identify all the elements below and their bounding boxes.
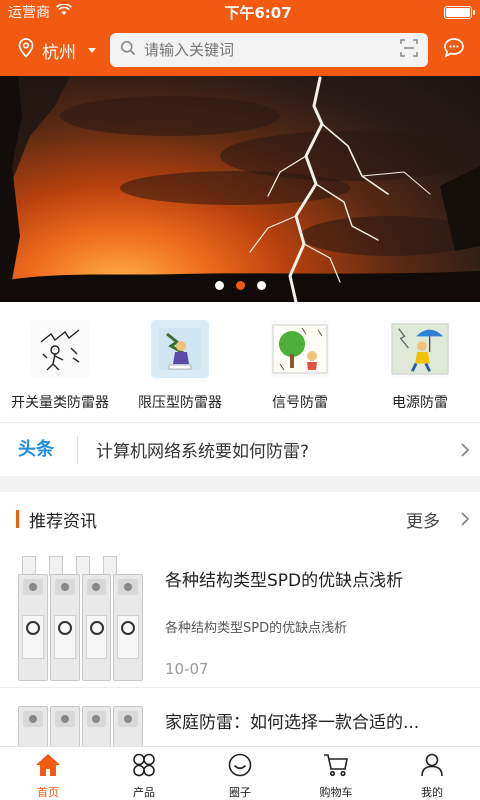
chat-bubble-icon	[443, 37, 465, 63]
headline-tag: 头条	[0, 435, 78, 464]
category-item-switch-spd[interactable]: 开关量类防雷器	[0, 302, 120, 422]
article-thumbnail	[18, 556, 143, 681]
tab-home[interactable]: 首页	[0, 747, 96, 800]
chevron-right-icon[interactable]	[450, 442, 480, 458]
signal-protection-icon	[271, 320, 329, 378]
category-label: 电源防雷	[392, 395, 448, 411]
category-item-signal-protection[interactable]: 信号防雷	[240, 302, 360, 422]
city-label: 杭州	[42, 42, 76, 63]
banner-carousel[interactable]	[0, 76, 480, 302]
voltage-limit-spd-icon	[151, 320, 209, 378]
tab-products[interactable]: 产品	[96, 747, 192, 800]
tab-profile[interactable]: 我的	[384, 747, 480, 800]
headline-text[interactable]: 计算机网络系统要如何防雷?	[78, 437, 450, 462]
carousel-dot-active[interactable]	[235, 281, 245, 290]
home-icon	[35, 753, 61, 781]
headline-ticker[interactable]: 头条 计算机网络系统要如何防雷?	[0, 422, 480, 476]
grid-icon	[131, 753, 157, 781]
category-label: 开关量类防雷器	[11, 395, 109, 411]
search-input[interactable]	[144, 41, 392, 59]
section-divider	[0, 476, 480, 492]
header: 运营商 下午6:07 杭州	[0, 0, 480, 76]
chevron-down-icon	[88, 47, 96, 53]
search-box[interactable]	[110, 33, 428, 67]
lightning-image	[0, 76, 480, 302]
location-pin-icon	[18, 37, 34, 63]
scan-icon[interactable]	[400, 39, 418, 61]
carrier-label: 运营商	[8, 5, 50, 21]
nav-row: 杭州	[0, 30, 480, 70]
status-bar: 运营商 下午6:07	[0, 0, 480, 24]
switch-spd-icon	[31, 320, 89, 378]
carousel-dot[interactable]	[256, 281, 266, 290]
user-icon	[419, 753, 445, 781]
section-accent-bar	[16, 510, 19, 528]
section-title: 推荐资讯	[29, 511, 97, 532]
cart-icon	[323, 753, 349, 781]
carousel-indicator	[0, 281, 480, 290]
category-label: 限压型防雷器	[138, 395, 222, 411]
article-thumbnail	[18, 698, 143, 746]
power-protection-icon	[391, 320, 449, 378]
more-link[interactable]: 更多	[406, 507, 440, 532]
tab-label: 购物车	[319, 786, 353, 799]
category-item-power-protection[interactable]: 电源防雷	[360, 302, 480, 422]
clock: 下午6:07	[224, 3, 292, 22]
article-summary: 各种结构类型SPD的优缺点浅析	[165, 621, 348, 636]
category-label: 信号防雷	[272, 395, 328, 411]
battery-icon	[444, 5, 475, 19]
city-selector[interactable]: 杭州	[0, 37, 110, 63]
tab-circle[interactable]: 圈子	[192, 747, 288, 800]
chevron-right-icon[interactable]	[450, 511, 480, 527]
category-item-voltage-limit-spd[interactable]: 限压型防雷器	[120, 302, 240, 422]
tab-label: 产品	[133, 786, 155, 799]
tab-label: 我的	[421, 786, 443, 799]
article-date: 10-07	[165, 660, 209, 678]
smile-icon	[227, 753, 253, 781]
tab-cart[interactable]: 购物车	[288, 747, 384, 800]
category-grid: 开关量类防雷器 限压型防雷器 信号防雷 电源防雷	[0, 302, 480, 422]
app-screen: 运营商 下午6:07 杭州 请输入关键词 开关量类防雷器 限压型防雷器 信号防雷…	[0, 0, 480, 800]
carousel-dot[interactable]	[214, 281, 224, 290]
article-item[interactable]: 各种结构类型SPD的优缺点浅析 各种结构类型SPD的优缺点浅析 10-07	[0, 546, 480, 688]
bottom-tab-bar: 首页 产品 圈子 购物车 我的	[0, 746, 480, 800]
message-button[interactable]	[428, 37, 480, 63]
tab-label: 圈子	[229, 786, 251, 799]
tab-label: 首页	[37, 786, 59, 799]
search-icon	[120, 40, 136, 60]
article-item[interactable]: 家庭防雷：如何选择一款合适的...	[0, 688, 480, 746]
recommended-header: 推荐资讯 更多	[0, 492, 480, 546]
article-title[interactable]: 各种结构类型SPD的优缺点浅析	[165, 566, 462, 591]
article-title[interactable]: 家庭防雷：如何选择一款合适的...	[165, 708, 462, 733]
wifi-icon	[56, 3, 72, 20]
